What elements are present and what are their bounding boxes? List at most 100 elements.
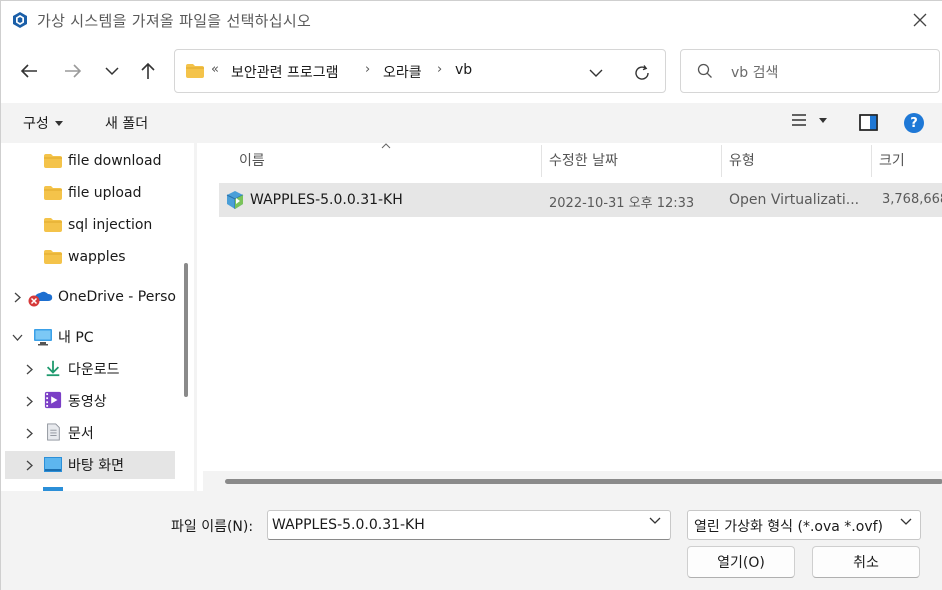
refresh-button[interactable]	[631, 62, 653, 84]
chevron-right-icon	[26, 428, 33, 438]
chevron-down-icon	[900, 518, 912, 525]
search-input[interactable]: vb 검색	[680, 49, 940, 93]
sidebar-item-label: file upload	[68, 185, 142, 201]
address-bar[interactable]: « 보안관련 프로그램 › 오라클 › vb	[174, 49, 666, 93]
sidebar-item-file-upload[interactable]: file upload	[5, 179, 175, 207]
scrollbar-thumb[interactable]	[225, 479, 942, 484]
collapse-chevron[interactable]	[11, 331, 23, 343]
new-folder-button[interactable]: 새 폴더	[105, 113, 148, 133]
expand-chevron[interactable]	[23, 459, 35, 471]
arrow-right-icon	[65, 64, 82, 78]
help-button[interactable]: ?	[904, 113, 924, 133]
breadcrumb-separator[interactable]: ›	[437, 62, 442, 77]
file-list: 이름 수정한 날짜 유형 크기 WAPPLES-5.0.0.31-KH 2022…	[197, 143, 942, 491]
arrow-left-icon	[20, 64, 37, 78]
preview-pane-icon	[859, 114, 878, 131]
up-button[interactable]	[134, 57, 162, 85]
back-button[interactable]	[15, 57, 43, 85]
navigation-bar: « 보안관련 프로그램 › 오라클 › vb vb 검색	[1, 39, 942, 103]
onedrive-icon	[28, 291, 53, 307]
virtualbox-app-icon	[13, 12, 27, 28]
filename-label: 파일 이름(N):	[171, 519, 254, 535]
breadcrumb-separator[interactable]: ›	[365, 62, 370, 77]
arrow-up-icon	[141, 62, 155, 79]
column-header-size[interactable]: 크기	[879, 143, 942, 177]
close-button[interactable]	[905, 5, 935, 35]
expand-chevron[interactable]	[23, 395, 35, 407]
pc-icon	[34, 329, 52, 346]
expand-chevron[interactable]	[11, 291, 23, 303]
column-separator[interactable]	[871, 145, 872, 177]
forward-button[interactable]	[59, 57, 87, 85]
expand-chevron[interactable]	[23, 363, 35, 375]
sidebar-item-label: 다운로드	[68, 362, 120, 378]
sidebar-item-partial[interactable]	[5, 483, 175, 491]
organize-label: 구성	[23, 116, 49, 132]
refresh-icon	[635, 65, 649, 80]
sidebar-item-wapples[interactable]: wapples	[5, 243, 175, 271]
file-open-dialog: 가상 시스템을 가져올 파일을 선택하십시오 « 보안관련 프로그램 › 오라클…	[0, 0, 942, 590]
download-icon	[46, 360, 60, 377]
chevron-down-icon	[105, 66, 119, 75]
file-name: WAPPLES-5.0.0.31-KH	[250, 192, 403, 208]
search-icon	[697, 63, 712, 78]
search-placeholder: vb 검색	[731, 65, 779, 81]
expand-chevron[interactable]	[23, 427, 35, 439]
sidebar-item-file-download[interactable]: file download	[5, 147, 175, 175]
horizontal-scrollbar[interactable]	[203, 471, 942, 491]
caret-down-icon	[819, 117, 827, 123]
folder-icon	[186, 64, 204, 78]
breadcrumb-item[interactable]: vb	[455, 62, 472, 78]
sidebar-item-label: sql injection	[68, 217, 153, 233]
file-type: Open Virtualizati...	[729, 192, 859, 208]
desktop-icon	[44, 457, 62, 472]
folder-icon	[44, 218, 62, 232]
chevron-right-icon	[14, 292, 21, 302]
sidebar-item-label: file download	[68, 153, 162, 169]
sidebar-item-downloads[interactable]: 다운로드	[5, 355, 175, 383]
table-row[interactable]: WAPPLES-5.0.0.31-KH 2022-10-31 오후 12:33 …	[219, 183, 942, 217]
help-icon: ?	[910, 115, 918, 131]
document-icon	[47, 423, 60, 441]
sidebar-item-this-pc[interactable]: 내 PC	[5, 323, 175, 351]
chevron-down-icon	[12, 334, 22, 341]
sidebar-item-desktop[interactable]: 바탕 화면	[5, 451, 175, 479]
close-icon	[913, 13, 927, 27]
column-header-modified[interactable]: 수정한 날짜	[549, 143, 719, 177]
sidebar-item-label: 바탕 화면	[68, 458, 124, 474]
sidebar-item-videos[interactable]: 동영상	[5, 387, 175, 415]
sidebar-item-label: 문서	[68, 426, 94, 442]
address-history-button[interactable]	[585, 62, 607, 84]
sidebar-item-sql-injection[interactable]: sql injection	[5, 211, 175, 239]
column-header-name[interactable]: 이름	[239, 143, 539, 177]
sidebar-item-documents[interactable]: 문서	[5, 419, 175, 447]
sidebar-item-label: 동영상	[68, 394, 107, 410]
ova-file-icon	[226, 191, 244, 209]
folder-icon	[44, 186, 62, 200]
dialog-footer: 파일 이름(N): 열린 가상화 형식 (*.ova *.ovf) 열기(O) …	[1, 491, 942, 590]
column-header-type[interactable]: 유형	[729, 143, 869, 177]
breadcrumb-overflow[interactable]: «	[211, 62, 219, 77]
breadcrumb-item[interactable]: 보안관련 프로그램	[231, 62, 339, 82]
filename-input[interactable]	[267, 510, 671, 540]
column-separator[interactable]	[721, 145, 722, 177]
navigation-pane-scrollbar[interactable]	[184, 263, 188, 397]
breadcrumb-item[interactable]: 오라클	[383, 62, 422, 82]
chevron-right-icon	[26, 460, 33, 470]
cancel-button[interactable]: 취소	[812, 546, 920, 578]
recent-locations-button[interactable]	[98, 57, 126, 85]
file-size: 3,768,668	[882, 192, 942, 207]
sidebar-item-label: wapples	[68, 249, 126, 265]
caret-down-icon	[54, 120, 63, 126]
file-type-filter[interactable]: 열린 가상화 형식 (*.ova *.ovf)	[687, 510, 921, 540]
column-separator[interactable]	[541, 145, 542, 177]
organize-button[interactable]: 구성	[23, 113, 63, 133]
chevron-right-icon	[26, 364, 33, 374]
window-title: 가상 시스템을 가져올 파일을 선택하십시오	[37, 12, 312, 30]
chevron-down-icon[interactable]	[649, 517, 661, 525]
view-options-button[interactable]	[791, 113, 827, 127]
open-button[interactable]: 열기(O)	[687, 546, 795, 578]
command-bar: 구성 새 폴더 ?	[1, 103, 942, 143]
sidebar-item-onedrive[interactable]: OneDrive - Perso	[5, 283, 181, 311]
preview-pane-button[interactable]	[859, 114, 878, 135]
